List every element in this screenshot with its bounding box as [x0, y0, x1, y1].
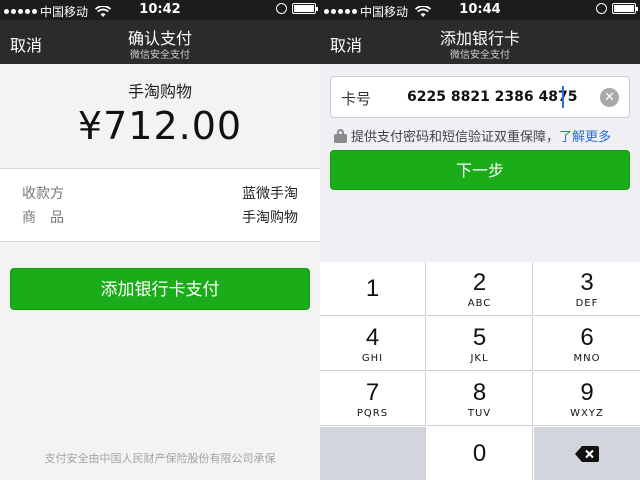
clock-icon: [596, 3, 607, 14]
payee-label: 收款方: [22, 186, 64, 202]
add-bank-card-screen: 中国移动 10:44 取消 添加银行卡 微信安全支付 卡号 6225 8821 …: [320, 0, 640, 480]
status-time: 10:44: [459, 2, 501, 17]
product-row: 商 品 手淘购物: [22, 207, 298, 229]
key-letters: GHI: [361, 353, 384, 364]
key-2[interactable]: 2 ABC: [427, 262, 533, 316]
key-1[interactable]: 1: [320, 262, 426, 316]
key-7[interactable]: 7 PQRS: [320, 372, 426, 426]
product-value: 手淘购物: [242, 210, 298, 226]
key-digit: 4: [365, 324, 380, 351]
key-digit: 1: [365, 275, 380, 302]
key-digit: 2: [472, 269, 487, 296]
key-letters: ABC: [467, 298, 492, 309]
next-step-button[interactable]: 下一步: [330, 150, 630, 190]
page-subtitle: 微信安全支付: [450, 50, 510, 61]
page-subtitle: 微信安全支付: [130, 50, 190, 61]
status-time: 10:42: [139, 2, 181, 17]
key-3[interactable]: 3 DEF: [534, 262, 640, 316]
battery-icon: [292, 3, 318, 14]
confirm-payment-screen: 中国移动 10:42 取消 确认支付 微信安全支付 手淘购物 ¥712.00 收…: [0, 0, 320, 480]
clock-icon: [276, 3, 287, 14]
status-bar: 中国移动 10:42: [0, 0, 320, 20]
key-letters: DEF: [575, 298, 599, 309]
security-guarantee: 提供支付密码和短信验证双重保障，了解更多: [334, 126, 640, 145]
backspace-icon: [575, 446, 599, 462]
status-bar: 中国移动 10:44: [320, 0, 640, 20]
key-8[interactable]: 8 TUV: [427, 372, 533, 426]
numeric-keypad: 1 2 ABC 3 DEF 4 GHI 5 JKL 6 MNO 7 PQRS 8…: [320, 262, 640, 480]
navigation-bar: 取消 确认支付 微信安全支付: [0, 20, 320, 64]
add-card-pay-button[interactable]: 添加银行卡支付: [10, 268, 310, 310]
key-4[interactable]: 4 GHI: [320, 317, 426, 371]
key-letters: PQRS: [356, 408, 389, 419]
text-cursor: [562, 86, 564, 108]
key-letters: TUV: [467, 408, 492, 419]
clear-icon[interactable]: ✕: [600, 88, 619, 107]
guarantee-text: 提供支付密码和短信验证双重保障，: [351, 130, 560, 145]
card-number-input[interactable]: 6225 8821 2386 4875: [407, 89, 577, 105]
key-0[interactable]: 0: [427, 427, 533, 480]
key-6[interactable]: 6 MNO: [534, 317, 640, 371]
order-info-card: 收款方 蓝微手淘 商 品 手淘购物: [0, 168, 320, 242]
empty-key: [320, 427, 426, 480]
key-digit: 7: [365, 379, 380, 406]
card-number-label: 卡号: [341, 90, 372, 108]
battery-icon: [612, 3, 638, 14]
backspace-key[interactable]: [534, 427, 640, 480]
key-5[interactable]: 5 JKL: [427, 317, 533, 371]
learn-more-link[interactable]: 了解更多: [559, 130, 611, 145]
payment-amount: ¥712.00: [77, 104, 243, 148]
merchant-title: 手淘购物: [127, 82, 192, 101]
key-digit: 8: [472, 379, 487, 406]
key-9[interactable]: 9 WXYZ: [534, 372, 640, 426]
key-digit: 0: [472, 440, 487, 467]
insurance-note: 支付安全由中国人民财产保险股份有限公司承保: [44, 452, 276, 465]
key-digit: 9: [580, 379, 594, 406]
product-label: 商 品: [22, 210, 64, 226]
lock-icon: [334, 129, 347, 143]
key-letters: MNO: [573, 353, 601, 364]
key-digit: 5: [472, 324, 487, 351]
payee-row: 收款方 蓝微手淘: [22, 183, 298, 205]
key-digit: 6: [580, 324, 594, 351]
key-letters: JKL: [470, 353, 489, 364]
navigation-bar: 取消 添加银行卡 微信安全支付: [320, 20, 640, 64]
payee-value: 蓝微手淘: [242, 186, 298, 202]
key-digit: 3: [580, 269, 594, 296]
key-letters: WXYZ: [570, 408, 604, 419]
card-number-field[interactable]: 卡号 6225 8821 2386 4875 ✕: [330, 76, 630, 118]
amount-section: 手淘购物 ¥712.00: [0, 64, 320, 168]
